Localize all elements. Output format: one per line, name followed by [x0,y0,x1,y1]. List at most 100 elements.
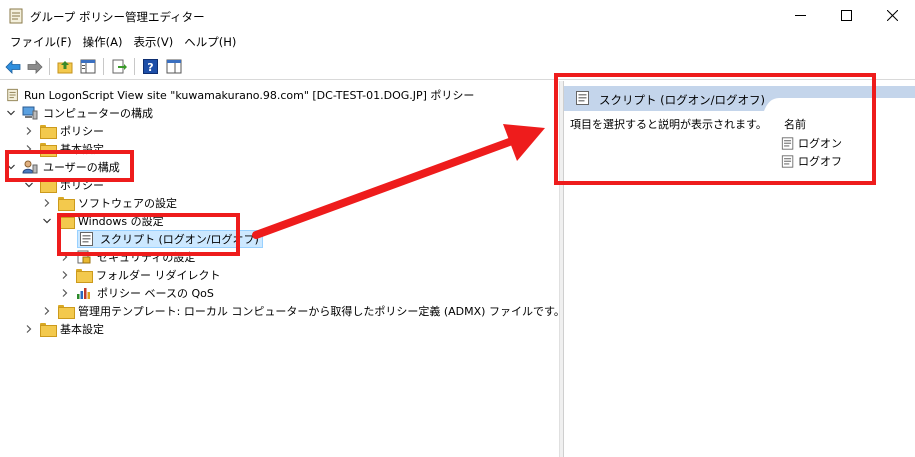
tree-item-user-basic[interactable]: 基本設定 [24,320,104,338]
menu-help[interactable]: ヘルプ(H) [179,31,241,53]
user-icon [22,160,38,174]
tree-item-label: ソフトウェアの設定 [78,197,177,210]
properties-view-icon [166,59,182,74]
tree-item-label: コンピューターの構成 [43,107,153,120]
folder-icon [58,305,75,319]
tree-item-label: Windows の設定 [78,215,164,228]
tree-item-windows-settings[interactable]: Windows の設定 [42,212,164,230]
tree-item-label: セキュリティの設定 [97,251,196,264]
close-icon [886,10,898,21]
tree-item-security-settings[interactable]: セキュリティの設定 [60,248,195,266]
tree-item-label: ポリシー [60,179,104,192]
back-button[interactable] [3,57,23,76]
list-item-logon[interactable]: ログオン [781,135,842,151]
tree-item-label: スクリプト (ログオン/ログオフ) [100,233,259,246]
forward-arrow-icon [27,59,43,74]
tree-item-label: ポリシー ベースの QoS [97,287,214,300]
script-icon [80,232,93,246]
toolbar-separator [134,58,135,75]
toolbar-separator [103,58,104,75]
folder-icon [58,215,75,229]
menu-file[interactable]: ファイル(F) [5,31,77,53]
folder-icon [40,125,57,139]
show-hide-tree-icon [80,59,96,74]
chevron-down-icon[interactable] [42,216,52,226]
tree-item-label: ポリシー [60,125,104,138]
chevron-down-icon[interactable] [6,108,16,118]
folder-icon [40,143,57,157]
tree-item-label: 基本設定 [60,323,104,336]
tree-root-label: Run LogonScript View site "kuwamakurano.… [24,89,475,102]
tree-item-software-settings[interactable]: ソフトウェアの設定 [42,194,177,212]
tree-item-label: ユーザーの構成 [43,161,120,174]
toolbar-separator [49,58,50,75]
menu-action[interactable]: 操作(A) [78,31,128,53]
details-header-title: スクリプト (ログオン/ログオフ) [599,93,766,107]
chevron-right-icon[interactable] [42,198,52,208]
window-title: グループ ポリシー管理エディター [30,10,205,24]
folder-icon [76,269,93,283]
tree-item-computer-config[interactable]: コンピューターの構成 [6,104,153,122]
up-folder-icon [57,61,73,74]
folder-icon [58,197,75,211]
properties-view-button[interactable] [164,57,184,76]
tree-item-label: 管理用テンプレート: ローカル コンピューターから取得したポリシー定義 (ADM… [78,305,565,318]
chevron-down-icon[interactable] [6,162,16,172]
export-list-button[interactable] [109,57,129,76]
chevron-right-icon[interactable] [24,324,34,334]
chevron-right-icon[interactable] [24,144,34,154]
script-icon [576,91,589,105]
help-button[interactable]: ? [140,57,160,76]
menu-view[interactable]: 表示(V) [128,31,178,53]
security-icon [77,250,91,264]
script-icon [781,154,794,168]
tree-item-scripts[interactable]: スクリプト (ログオン/ログオフ) [77,230,263,248]
forward-button[interactable] [25,57,45,76]
chevron-down-icon[interactable] [24,180,34,190]
folder-icon [40,323,57,337]
tree-item-user-policy[interactable]: ポリシー [24,176,104,194]
chevron-right-icon[interactable] [60,288,70,298]
maximize-icon [840,10,852,21]
tree-item-user-config[interactable]: ユーザーの構成 [6,158,120,176]
list-item-label: ログオフ [798,155,842,168]
bar-chart-icon [77,288,90,299]
title-bar: グループ ポリシー管理エディター [0,0,915,31]
minimize-icon [794,15,806,16]
maximize-button[interactable] [823,0,869,31]
list-item-logoff[interactable]: ログオフ [781,153,842,169]
description-text: 項目を選択すると説明が表示されます。 [570,118,767,131]
tree-item-computer-basic[interactable]: 基本設定 [24,140,104,158]
group-policy-app-icon [9,8,23,24]
toolbar: ? [0,53,915,80]
minimize-button[interactable] [777,0,823,31]
console-tree-pane[interactable]: Run LogonScript View site "kuwamakurano.… [0,81,565,457]
details-header: スクリプト (ログオン/ログオフ) [564,86,915,111]
tree-item-admin-templates[interactable]: 管理用テンプレート: ローカル コンピューターから取得したポリシー定義 (ADM… [42,302,565,320]
export-list-icon [112,59,127,74]
tree-item-folder-redirect[interactable]: フォルダー リダイレクト [60,266,221,284]
help-icon: ? [142,59,158,74]
chevron-right-icon[interactable] [60,252,70,262]
tree-item-label: フォルダー リダイレクト [96,269,221,282]
tree-item-computer-policy[interactable]: ポリシー [24,122,104,140]
tree-item-label: 基本設定 [60,143,104,156]
tree-root[interactable]: Run LogonScript View site "kuwamakurano.… [6,86,474,104]
details-pane: スクリプト (ログオン/ログオフ) 項目を選択すると説明が表示されます。 名前 … [564,81,915,457]
chevron-right-icon[interactable] [24,126,34,136]
chevron-right-icon[interactable] [60,270,70,280]
menu-bar: ファイル(F) 操作(A) 表示(V) ヘルプ(H) [0,31,915,53]
close-button[interactable] [869,0,915,31]
list-item-label: ログオン [798,137,842,150]
column-header-name[interactable]: 名前 [784,116,806,132]
svg-text:?: ? [147,61,153,74]
tree-item-policy-qos[interactable]: ポリシー ベースの QoS [60,284,214,302]
folder-icon [40,179,57,193]
script-icon [781,136,794,150]
computer-icon [22,106,38,120]
policy-document-icon [7,88,18,102]
show-hide-tree-button[interactable] [78,57,98,76]
up-one-level-button[interactable] [55,57,75,76]
chevron-right-icon[interactable] [42,306,52,316]
back-arrow-icon [5,59,21,74]
